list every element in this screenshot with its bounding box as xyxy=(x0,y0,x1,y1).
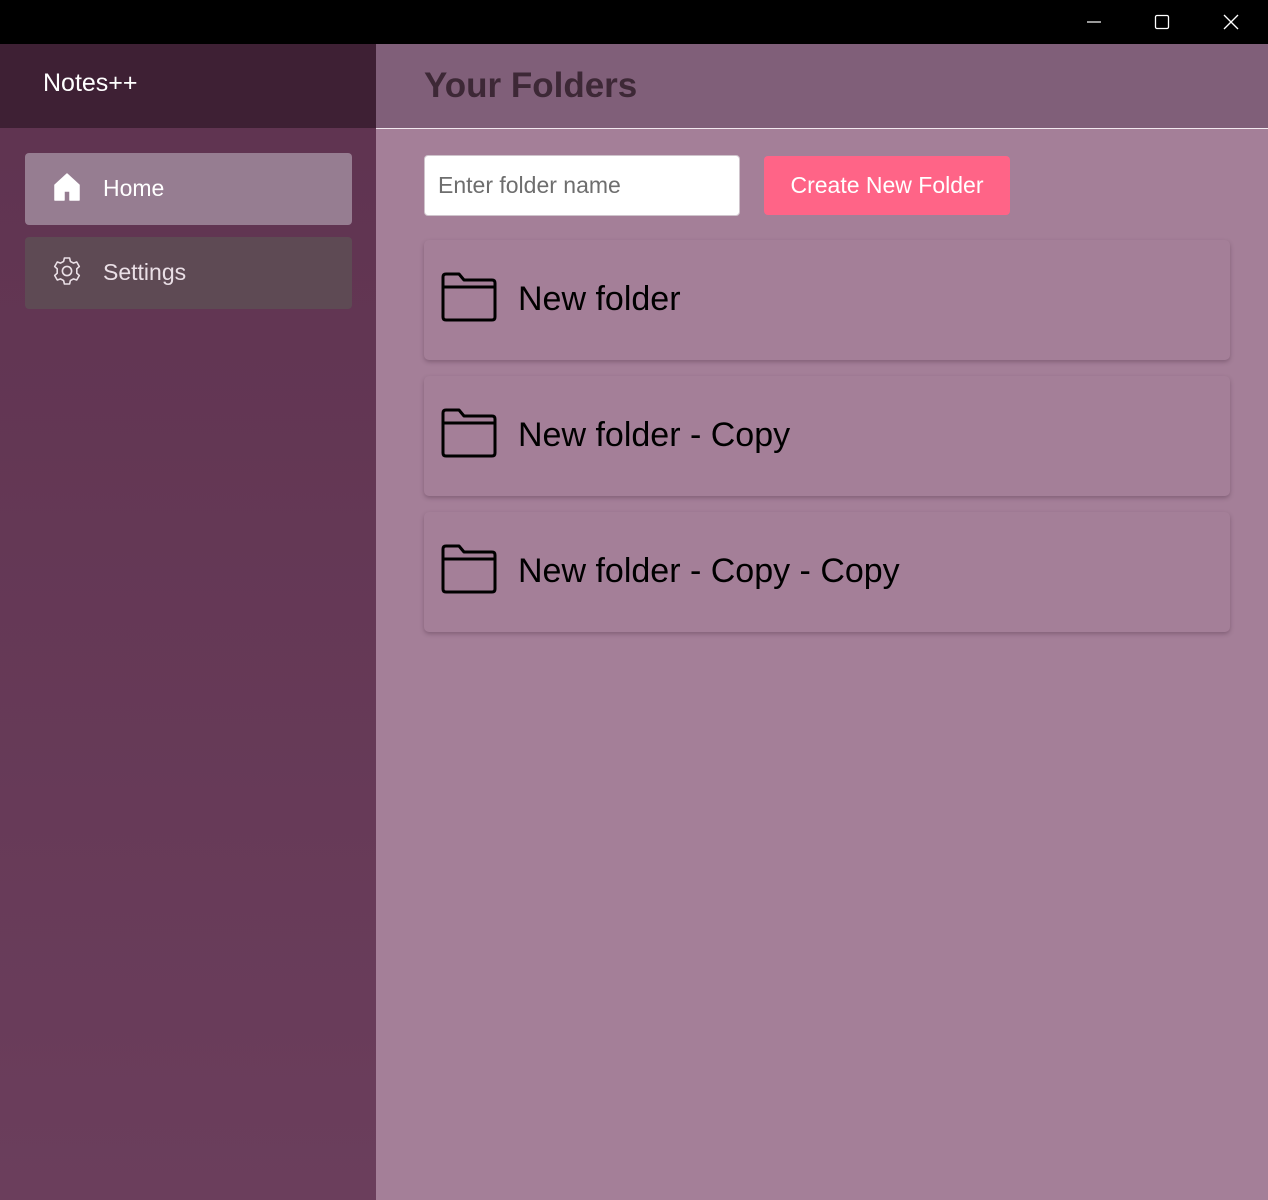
page-title: Your Folders xyxy=(424,66,638,105)
app-title: Notes++ xyxy=(43,69,138,97)
sidebar-item-home[interactable]: Home xyxy=(25,153,352,225)
folder-name: New folder - Copy xyxy=(518,416,791,454)
folder-card[interactable]: New folder xyxy=(424,240,1230,360)
main-content: Your Folders Create New Folder New folde… xyxy=(376,44,1268,1200)
minimize-icon xyxy=(1087,21,1101,23)
minimize-button[interactable] xyxy=(1064,0,1124,44)
maximize-icon xyxy=(1154,14,1170,30)
sidebar-header: Notes++ xyxy=(0,44,376,128)
sidebar-item-settings[interactable]: Settings xyxy=(25,237,352,309)
title-bar xyxy=(0,0,1268,44)
main-header: Your Folders xyxy=(376,44,1268,129)
folder-name-input[interactable] xyxy=(424,155,740,216)
create-folder-button[interactable]: Create New Folder xyxy=(764,156,1010,215)
folder-name: New folder - Copy - Copy xyxy=(518,552,900,590)
folder-icon xyxy=(441,544,497,594)
sidebar: Notes++ Home Settings xyxy=(0,44,376,1200)
close-button[interactable] xyxy=(1201,0,1261,44)
sidebar-item-label: Home xyxy=(103,175,165,201)
folder-list: New folder New folder - Copy New folder … xyxy=(424,240,1230,648)
folder-icon xyxy=(441,408,497,458)
gear-icon xyxy=(53,257,81,285)
folder-card[interactable]: New folder - Copy xyxy=(424,376,1230,496)
app-window: Notes++ Home Settings Your Folders Creat… xyxy=(0,0,1268,1200)
maximize-button[interactable] xyxy=(1132,0,1192,44)
folder-card[interactable]: New folder - Copy - Copy xyxy=(424,512,1230,632)
home-icon xyxy=(54,173,80,201)
close-icon xyxy=(1223,14,1239,30)
folder-icon xyxy=(441,272,497,322)
folder-name: New folder xyxy=(518,280,681,318)
sidebar-item-label: Settings xyxy=(103,259,187,285)
